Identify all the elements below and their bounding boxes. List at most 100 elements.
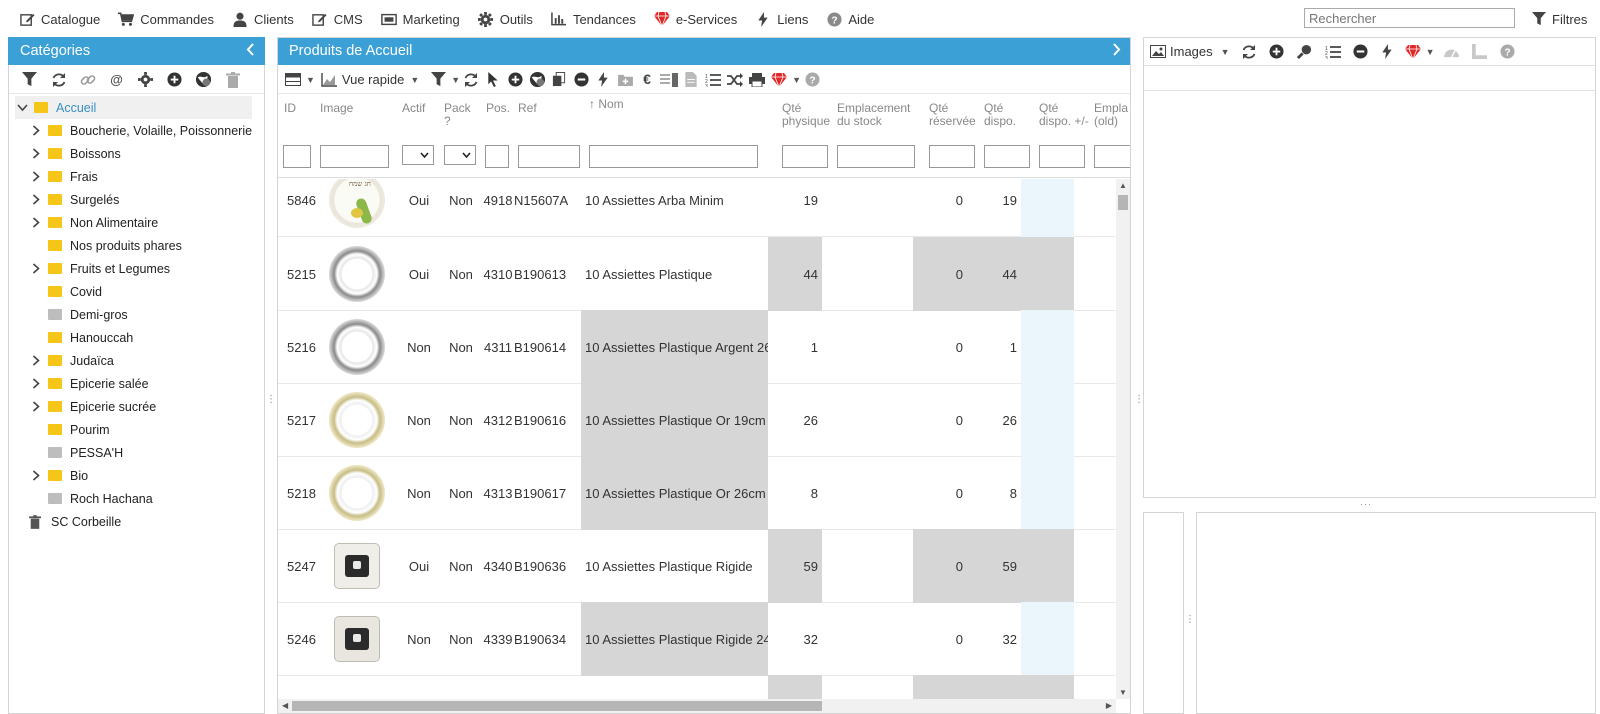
refresh-icon[interactable]	[44, 69, 73, 91]
scroll-left-icon[interactable]: ◀	[282, 701, 288, 710]
filter-nom-input[interactable]	[589, 145, 758, 168]
category-item[interactable]: Epicerie sucrée	[9, 395, 264, 418]
gauge-icon[interactable]	[1440, 41, 1462, 63]
filter-qte-physique-input[interactable]	[782, 145, 828, 168]
table-row[interactable]: 5246 Non Non 4339 B190634 10 Assiettes Plasti…	[278, 602, 1118, 676]
document-icon[interactable]	[680, 69, 702, 91]
cell-pack[interactable]: Non	[440, 310, 482, 384]
cell-qte-physique[interactable]: 32	[768, 602, 822, 676]
category-item[interactable]: Bio	[9, 464, 264, 487]
cell-qte-physique[interactable]: 1	[768, 310, 822, 384]
cell-ref[interactable]: B190634	[514, 602, 581, 676]
category-item[interactable]: Pourim	[9, 418, 264, 441]
cell-qte-physique[interactable]: 19	[768, 179, 822, 237]
cell-id[interactable]: 5246	[278, 602, 316, 676]
images-label[interactable]: Images	[1170, 44, 1213, 59]
chevron-right-icon[interactable]	[29, 263, 43, 274]
vue-rapide-select[interactable]: Vue rapide ▼	[321, 72, 419, 87]
filter-qte-dispo-input[interactable]	[984, 145, 1030, 168]
cell-actif[interactable]: Oui	[398, 179, 440, 237]
scroll-thumb[interactable]	[292, 701, 822, 711]
category-item[interactable]: Judaïca	[9, 349, 264, 372]
category-item[interactable]: Roch Hachana	[9, 487, 264, 510]
cell-emplacement-old[interactable]	[1074, 383, 1118, 457]
chevron-left-icon[interactable]	[246, 43, 255, 59]
cell-ref[interactable]: B190636	[514, 529, 581, 603]
images-dropdown-icon[interactable]: ▼	[1221, 47, 1230, 57]
cell-pack[interactable]: Non	[440, 237, 482, 311]
col-emplacement-old[interactable]: Empla (old)	[1094, 102, 1128, 128]
at-icon[interactable]: @	[102, 69, 131, 91]
scroll-up-icon[interactable]: ▲	[1119, 181, 1127, 190]
chevron-right-icon[interactable]	[29, 355, 43, 366]
filter-image-input[interactable]	[320, 145, 389, 168]
add-circle-icon[interactable]	[504, 69, 526, 91]
cell-ref[interactable]: N15607A	[514, 179, 581, 237]
cell-qte-reservee[interactable]: 0	[913, 179, 967, 237]
cell-qte-reservee[interactable]: 0	[913, 602, 967, 676]
refresh-icon[interactable]	[460, 69, 482, 91]
filter-id-input[interactable]	[283, 145, 311, 168]
cell-emplacement-old[interactable]	[1074, 179, 1118, 237]
folder-add-icon[interactable]	[614, 69, 636, 91]
filter-emplacement-old-input[interactable]	[1094, 145, 1130, 168]
cell-qte-dispo[interactable]: 8	[967, 456, 1021, 530]
cell-actif[interactable]: Non	[398, 310, 440, 384]
menu-liens[interactable]: Liens	[746, 0, 817, 38]
cell-qte-dispo-pm[interactable]	[1021, 383, 1074, 457]
menu-tendances[interactable]: Tendances	[542, 0, 645, 38]
col-ref[interactable]: Ref	[518, 102, 537, 115]
col-qte-physique[interactable]: Qté physique	[782, 102, 830, 128]
table-row[interactable]: 5215 Oui Non 4310 B190613 10 Assiettes Plasti…	[278, 237, 1118, 311]
filter-dropdown-icon[interactable]: ▼	[451, 75, 460, 85]
filter-pack-select[interactable]	[444, 145, 476, 165]
category-item[interactable]: Surgelés	[9, 188, 264, 211]
filter-icon[interactable]	[15, 69, 44, 91]
zoom-icon[interactable]	[1294, 41, 1316, 63]
menu-aide[interactable]: ? Aide	[817, 0, 883, 38]
cell-qte-dispo-pm[interactable]	[1021, 179, 1074, 237]
cell-pos[interactable]: 4918	[482, 179, 514, 237]
cell-ref[interactable]: B190613	[514, 237, 581, 311]
cell-qte-dispo-pm[interactable]	[1021, 310, 1074, 384]
panel-splitter[interactable]: ⋮	[1134, 394, 1144, 405]
cell-emplacement[interactable]	[822, 456, 913, 530]
filter-icon[interactable]	[427, 69, 449, 91]
global-search-input[interactable]	[1304, 8, 1515, 28]
col-qte-dispo[interactable]: Qté dispo.	[984, 102, 1016, 128]
cell-emplacement-old[interactable]	[1074, 602, 1118, 676]
cell-pos[interactable]: 4312	[482, 383, 514, 457]
cell-nom[interactable]: 10 Assiettes Plastique Argent 26cm	[581, 310, 768, 384]
category-item[interactable]: Covid	[9, 280, 264, 303]
cell-id[interactable]: 5247	[278, 529, 316, 603]
cell-pack[interactable]: Non	[440, 529, 482, 603]
diamond-icon[interactable]	[1402, 41, 1424, 63]
copy-icon[interactable]	[548, 69, 570, 91]
cell-pos[interactable]: 4340	[482, 529, 514, 603]
panel-splitter[interactable]: ⋮	[266, 394, 276, 405]
grid-horizontal-scrollbar[interactable]: ◀ ▶	[278, 699, 1116, 713]
cell-qte-dispo-pm[interactable]	[1021, 237, 1074, 311]
cell-emplacement[interactable]	[822, 383, 913, 457]
chevron-down-icon[interactable]	[15, 103, 29, 112]
export-list-icon[interactable]	[658, 69, 680, 91]
col-nom[interactable]: ↑ Nom	[589, 98, 624, 111]
cell-emplacement-old[interactable]	[1074, 529, 1118, 603]
table-row[interactable]: 5247 Oui Non 4340 B190636 10 Assiettes Plasti…	[278, 529, 1118, 603]
col-id[interactable]: ID	[284, 102, 296, 115]
chevron-right-icon[interactable]	[29, 217, 43, 228]
col-qte-reservee[interactable]: Qté réservée	[929, 102, 976, 128]
filters-button[interactable]: Filtres	[1532, 0, 1587, 38]
cell-pos[interactable]: 4310	[482, 237, 514, 311]
col-qte-dispo-pm[interactable]: Qté dispo. +/-	[1039, 102, 1089, 128]
col-emplacement[interactable]: Emplacement du stock	[837, 102, 910, 128]
cell-qte-dispo[interactable]: 32	[967, 602, 1021, 676]
scroll-down-icon[interactable]: ▼	[1119, 688, 1127, 697]
world-gear-icon[interactable]	[526, 69, 548, 91]
filter-actif-select[interactable]	[402, 145, 434, 165]
panel-splitter[interactable]: ···	[1360, 499, 1372, 509]
menu-commandes[interactable]: Commandes	[109, 0, 223, 38]
cell-nom[interactable]: 10 Assiettes Plastique Or 19cm	[581, 383, 768, 457]
category-item[interactable]: Nos produits phares	[9, 234, 264, 257]
category-item[interactable]: Non Alimentaire	[9, 211, 264, 234]
